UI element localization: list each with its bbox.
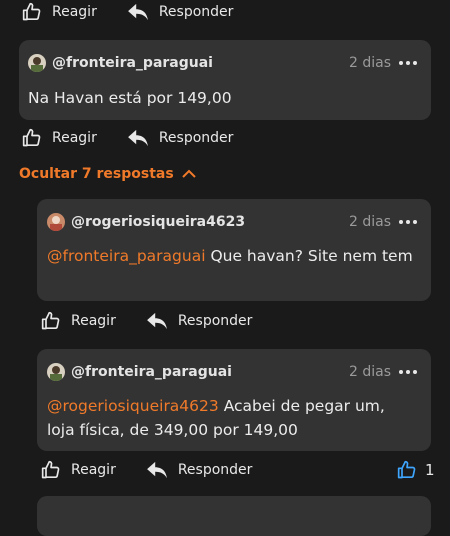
top-action-row: Reagir Responder <box>22 2 233 22</box>
comment-header: @fronteira_paraguai <box>28 54 213 72</box>
like-button[interactable]: Reagir <box>22 128 97 148</box>
reply-arrow-icon <box>127 3 148 21</box>
reply-header: @rogeriosiqueira4623 <box>47 213 245 231</box>
like-button[interactable]: Reagir <box>22 2 97 22</box>
reply-button[interactable]: Responder <box>127 129 234 147</box>
reply-button[interactable]: Responder <box>146 312 253 330</box>
reply-age: 2 dias <box>349 214 392 230</box>
like-label: Reagir <box>71 462 116 478</box>
thumbs-up-icon <box>397 460 416 479</box>
reply-arrow-icon <box>146 312 167 330</box>
reply-action-row: Reagir Responder <box>41 460 252 480</box>
like-button[interactable]: Reagir <box>41 311 116 331</box>
hide-replies-label: Ocultar 7 respostas <box>19 166 174 182</box>
like-count-value: 1 <box>425 461 435 479</box>
reply-arrow-icon <box>146 461 167 479</box>
avatar[interactable] <box>47 363 65 381</box>
hide-replies-toggle[interactable]: Ocultar 7 respostas <box>19 166 196 182</box>
reply-arrow-icon <box>127 129 148 147</box>
reply-header: @fronteira_paraguai <box>47 363 232 381</box>
next-reply-card <box>37 496 431 536</box>
thumbs-up-icon <box>41 311 60 330</box>
comment-card: @fronteira_paraguai 2 dias Na Havan está… <box>19 40 431 120</box>
reply-label: Responder <box>158 4 234 20</box>
reply-button[interactable]: Responder <box>127 3 234 21</box>
avatar[interactable] <box>28 54 46 72</box>
reply-author[interactable]: @rogeriosiqueira4623 <box>71 214 245 230</box>
like-label: Reagir <box>71 313 116 329</box>
more-options-button[interactable] <box>399 215 417 229</box>
like-label: Reagir <box>52 130 97 146</box>
reply-label: Responder <box>177 313 253 329</box>
chevron-up-icon <box>181 169 196 178</box>
mention-link[interactable]: @fronteira_paraguai <box>47 247 206 265</box>
like-count[interactable]: 1 <box>397 460 435 480</box>
reply-card: @rogeriosiqueira4623 2 dias @fronteira_p… <box>37 199 431 301</box>
like-label: Reagir <box>52 4 97 20</box>
reply-button[interactable]: Responder <box>146 461 253 479</box>
thumbs-up-icon <box>22 2 41 21</box>
avatar[interactable] <box>47 213 65 231</box>
comment-author[interactable]: @fronteira_paraguai <box>52 55 213 71</box>
reply-label: Responder <box>158 130 234 146</box>
reply-card: @fronteira_paraguai 2 dias @rogeriosique… <box>37 349 431 451</box>
thumbs-up-icon <box>41 460 60 479</box>
reply-text: @rogeriosiqueira4623 Acabei de pegar um,… <box>47 397 385 439</box>
more-options-button[interactable] <box>399 365 417 379</box>
reply-age: 2 dias <box>349 364 392 380</box>
comment-text: Na Havan está por 149,00 <box>28 89 232 107</box>
comment-age: 2 dias <box>349 55 392 71</box>
reply-label: Responder <box>177 462 253 478</box>
more-options-button[interactable] <box>399 56 417 70</box>
thumbs-up-icon <box>22 128 41 147</box>
mention-link[interactable]: @rogeriosiqueira4623 <box>47 397 219 415</box>
reply-text: @fronteira_paraguai Que havan? Site nem … <box>47 247 413 265</box>
comment-action-row: Reagir Responder <box>22 128 233 148</box>
reply-action-row: Reagir Responder <box>41 311 252 331</box>
reply-author[interactable]: @fronteira_paraguai <box>71 364 232 380</box>
like-button[interactable]: Reagir <box>41 460 116 480</box>
